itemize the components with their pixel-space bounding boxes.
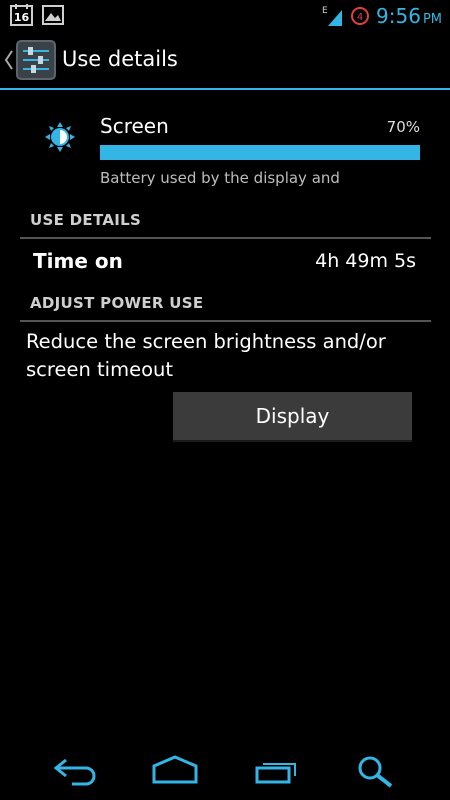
display-button[interactable]: Display: [173, 392, 412, 442]
status-bar: 16 E 4 9:56 PM: [0, 0, 450, 33]
settings-sliders-icon[interactable]: [16, 40, 56, 80]
status-bar-left: 16: [10, 4, 64, 26]
notification-badge-icon: 4: [351, 7, 370, 25]
time-on-label: Time on: [33, 249, 123, 273]
section-use-details: USE DETAILS: [30, 211, 142, 229]
calendar-icon: 16: [10, 4, 33, 26]
usage-description: Battery used by the display and: [100, 169, 340, 187]
brightness-icon: [45, 122, 75, 152]
action-bar-divider: [0, 88, 450, 90]
navigation-bar: [0, 740, 450, 800]
recents-icon[interactable]: [253, 754, 299, 786]
usage-progress-fill: [100, 145, 420, 160]
time-ampm: PM: [422, 12, 442, 27]
calendar-day: 16: [14, 11, 30, 24]
usage-label: Screen: [100, 114, 169, 138]
usage-percent: 70%: [386, 118, 420, 136]
gallery-icon: [42, 5, 64, 25]
home-icon[interactable]: [150, 754, 200, 786]
back-icon[interactable]: [52, 754, 98, 786]
search-icon[interactable]: [355, 754, 397, 788]
page-title: Use details: [62, 47, 178, 71]
chevron-left-icon[interactable]: [4, 49, 14, 71]
section-divider: [20, 320, 431, 322]
network-type: E: [322, 6, 328, 16]
section-adjust-power: ADJUST POWER USE: [30, 294, 204, 312]
time-text: 9:56: [376, 4, 421, 28]
action-bar: Use details: [0, 33, 450, 90]
usage-progress-bar: [100, 145, 420, 160]
notification-count: 4: [357, 12, 363, 23]
status-time: 9:56 PM: [376, 4, 442, 28]
time-on-value: 4h 49m 5s: [315, 250, 416, 272]
adjust-description: Reduce the screen brightness and/or scre…: [26, 330, 386, 381]
status-bar-right: E 4 9:56 PM: [322, 4, 442, 28]
signal-icon: E: [322, 6, 343, 26]
section-divider: [20, 237, 431, 239]
